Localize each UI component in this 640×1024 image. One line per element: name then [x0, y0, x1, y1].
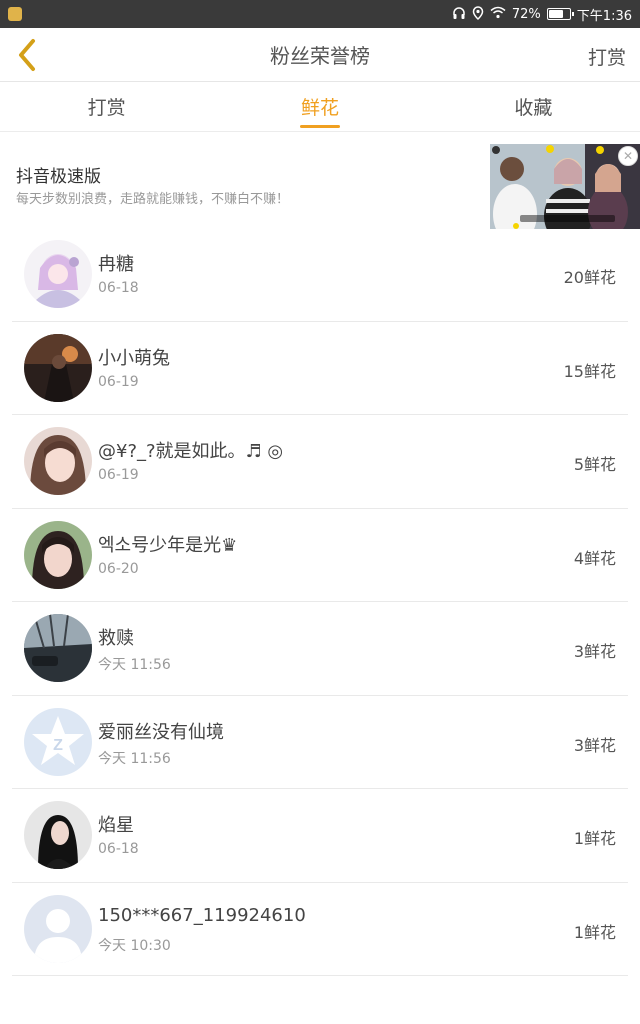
list-item[interactable]: 엑소号少年是光♛ 06-20 4鲜花	[12, 509, 628, 602]
ad-description: 每天步数别浪费，走路就能赚钱，不赚白不赚！	[16, 192, 290, 207]
flower-count: 15鲜花	[563, 361, 616, 381]
list-item[interactable]: 救赎 今天 11:56 3鲜花	[12, 602, 628, 696]
status-right: 72% 下午1:36	[452, 5, 632, 24]
avatar	[24, 520, 92, 589]
headphones-icon	[452, 6, 466, 23]
tab-flowers[interactable]: 鲜花	[213, 82, 426, 131]
app-notification-icon	[8, 7, 22, 21]
ad-title: 抖音极速版	[16, 167, 101, 187]
date: 今天 10:30	[98, 937, 171, 954]
user-name: 爱丽丝没有仙境	[98, 721, 224, 743]
user-name: 150***667_119924610	[98, 904, 306, 926]
list-item[interactable]: 小小萌兔 06-19 15鲜花	[12, 322, 628, 415]
list-item[interactable]: 冉糖 06-18 20鲜花	[12, 228, 628, 322]
list-item[interactable]: Z 爱丽丝没有仙境 今天 11:56 3鲜花	[12, 696, 628, 789]
tab-favorites[interactable]: 收藏	[427, 82, 640, 131]
page-title: 粉丝荣誉榜	[270, 44, 370, 68]
user-name: @¥?_?就是如此。♬ ◎	[98, 441, 284, 462]
back-button[interactable]	[10, 38, 44, 72]
user-name: 冉糖	[98, 254, 134, 275]
avatar	[24, 240, 92, 308]
avatar	[24, 801, 92, 869]
list-item[interactable]: @¥?_?就是如此。♬ ◎ 06-19 5鲜花	[12, 415, 628, 509]
flower-count: 1鲜花	[573, 829, 616, 848]
avatar	[24, 614, 92, 682]
header: 粉丝荣誉榜 打赏	[0, 28, 640, 82]
status-left	[8, 7, 22, 21]
date: 06-20	[98, 560, 139, 577]
flower-count: 5鲜花	[573, 455, 616, 474]
avatar	[24, 894, 92, 963]
user-name: 小小萌兔	[98, 347, 170, 369]
svg-text:Z: Z	[53, 737, 63, 754]
avatar	[24, 333, 92, 402]
clock: 下午1:36	[576, 8, 632, 24]
user-name: 焰星	[98, 815, 134, 836]
battery-percent: 72%	[511, 6, 541, 22]
list-item[interactable]: 焰星 06-18 1鲜花	[12, 789, 628, 883]
date: 今天 11:56	[98, 750, 171, 767]
avatar: Z	[24, 707, 92, 776]
reward-button[interactable]: 打赏	[588, 43, 626, 70]
tab-reward[interactable]: 打赏	[0, 82, 213, 131]
fan-list: 冉糖 06-18 20鲜花 小小萌兔 06-19 15鲜花 @¥?_?就是如此。…	[12, 228, 628, 976]
date: 06-18	[98, 841, 139, 857]
wifi-icon	[490, 6, 506, 22]
user-name: 엑소号少年是光♛	[98, 534, 238, 556]
date: 06-19	[98, 373, 139, 390]
date: 06-19	[98, 467, 139, 483]
flower-count: 3鲜花	[573, 642, 616, 661]
location-icon	[472, 5, 484, 23]
chevron-left-icon	[19, 39, 35, 71]
qq-default-icon: Z	[24, 707, 92, 776]
date: 今天 11:56	[98, 657, 171, 673]
battery-icon	[546, 8, 574, 20]
flower-count: 20鲜花	[563, 268, 616, 287]
ad-image[interactable]: ✕	[490, 144, 640, 229]
user-name: 救赎	[98, 628, 134, 649]
flower-count: 4鲜花	[573, 548, 616, 568]
list-item[interactable]: 150***667_119924610 今天 10:30 1鲜花	[12, 883, 628, 976]
default-user-icon	[24, 894, 92, 963]
tab-bar: 打赏 鲜花 收藏	[0, 82, 640, 132]
status-bar: 72% 下午1:36	[0, 0, 640, 28]
flower-count: 1鲜花	[573, 922, 616, 942]
date: 06-18	[98, 280, 139, 296]
ad-banner[interactable]: 抖音极速版 每天步数别浪费，走路就能赚钱，不赚白不赚！ ✕	[0, 132, 640, 232]
avatar	[24, 427, 92, 495]
close-icon[interactable]: ✕	[618, 146, 638, 166]
flower-count: 3鲜花	[573, 735, 616, 755]
